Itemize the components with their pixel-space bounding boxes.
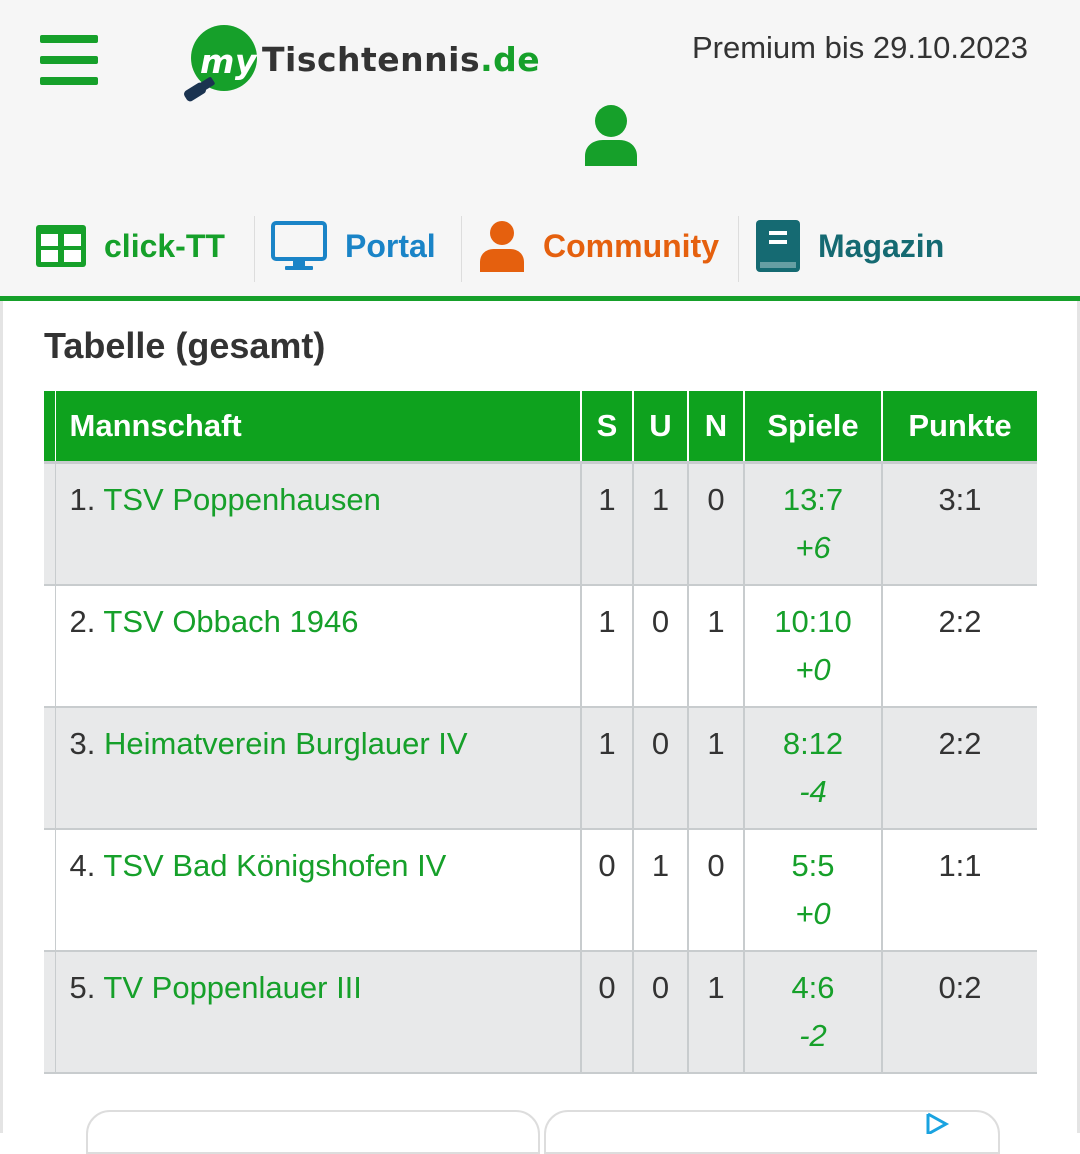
table-header-row: Mannschaft S U N Spiele Punkte bbox=[44, 391, 1037, 464]
cell-games[interactable]: 13:7 bbox=[745, 482, 881, 518]
cell-points: 2:2 bbox=[938, 726, 982, 761]
standings-table: Mannschaft S U N Spiele Punkte 1. TSV Po… bbox=[44, 391, 1037, 1074]
row-rank: 5. bbox=[69, 970, 96, 1005]
cell-points: 2:2 bbox=[938, 604, 982, 639]
row-rank: 1. bbox=[69, 482, 96, 517]
cell-n: 1 bbox=[707, 970, 725, 1005]
team-link[interactable]: TSV Obbach 1946 bbox=[103, 604, 358, 639]
bottom-cards bbox=[0, 1108, 1080, 1154]
cell-diff: +6 bbox=[795, 530, 831, 565]
app-header: my Tischtennis.de Premium bis 29.10.2023… bbox=[0, 0, 1080, 296]
header-u[interactable]: U bbox=[633, 391, 689, 464]
cell-games[interactable]: 5:5 bbox=[745, 848, 881, 884]
cell-u: 1 bbox=[651, 848, 670, 883]
row-rank: 2. bbox=[69, 604, 96, 639]
cell-s: 1 bbox=[598, 604, 616, 639]
row-rank: 4. bbox=[69, 848, 96, 883]
nav-magazin-label: Magazin bbox=[818, 227, 945, 264]
nav-portal[interactable]: Portal bbox=[271, 210, 436, 282]
cell-diff: -2 bbox=[799, 1018, 827, 1053]
nav-community-label: Community bbox=[543, 227, 719, 264]
table-row: 2. TSV Obbach 1946 1 0 1 10:10 +0 2:2 bbox=[44, 585, 1037, 708]
cell-u: 1 bbox=[651, 482, 670, 517]
header-n[interactable]: N bbox=[688, 391, 745, 464]
nav-click-tt[interactable]: click-TT bbox=[36, 210, 225, 282]
cell-games[interactable]: 8:12 bbox=[745, 726, 881, 762]
book-icon bbox=[756, 220, 800, 272]
logo-suffix: .de bbox=[480, 40, 541, 79]
grid-icon bbox=[36, 225, 86, 267]
cell-points: 0:2 bbox=[938, 970, 982, 1005]
cell-games[interactable]: 10:10 bbox=[745, 604, 881, 640]
header-team[interactable]: Mannschaft bbox=[55, 391, 582, 464]
nav-magazin[interactable]: Magazin bbox=[756, 210, 944, 282]
premium-status: Premium bis 29.10.2023 bbox=[691, 30, 1028, 65]
cell-s: 0 bbox=[598, 848, 616, 883]
cell-n: 0 bbox=[707, 482, 725, 517]
table-row: 4. TSV Bad Königshofen IV 0 1 0 5:5 +0 1:… bbox=[44, 829, 1037, 952]
cell-diff: +0 bbox=[795, 896, 831, 931]
content-card[interactable] bbox=[86, 1110, 540, 1154]
content-card[interactable] bbox=[544, 1110, 1000, 1154]
nav-community[interactable]: Community bbox=[479, 210, 719, 282]
header-points[interactable]: Punkte bbox=[882, 391, 1037, 464]
page-title: Tabelle (gesamt) bbox=[44, 325, 326, 366]
cell-s: 0 bbox=[598, 970, 616, 1005]
team-link[interactable]: TSV Bad Königshofen IV bbox=[103, 848, 446, 883]
cell-diff: -4 bbox=[799, 774, 827, 809]
header-strip bbox=[44, 391, 56, 464]
cell-u: 0 bbox=[651, 970, 670, 1005]
cell-diff: +0 bbox=[795, 652, 831, 687]
person-icon bbox=[480, 221, 524, 272]
cell-n: 1 bbox=[707, 726, 725, 761]
nav-portal-label: Portal bbox=[345, 227, 436, 264]
menu-icon[interactable] bbox=[40, 35, 98, 85]
row-rank: 3. bbox=[69, 726, 96, 761]
table-row: 1. TSV Poppenhausen 1 1 0 13:7 +6 3:1 bbox=[44, 462, 1037, 586]
table-row: 3. Heimatverein Burglauer IV 1 0 1 8:12 -… bbox=[44, 707, 1037, 830]
header-games[interactable]: Spiele bbox=[744, 391, 883, 464]
site-logo[interactable]: my Tischtennis.de bbox=[180, 22, 600, 112]
cell-n: 1 bbox=[707, 604, 725, 639]
cell-s: 1 bbox=[598, 482, 616, 517]
team-link[interactable]: Heimatverein Burglauer IV bbox=[104, 726, 468, 761]
logo-name: Tischtennis bbox=[262, 40, 481, 79]
cell-u: 0 bbox=[651, 604, 670, 639]
cell-points: 3:1 bbox=[938, 482, 982, 517]
cell-games[interactable]: 4:6 bbox=[745, 970, 881, 1006]
ad-choices-icon[interactable] bbox=[924, 1112, 958, 1134]
monitor-icon bbox=[271, 221, 327, 270]
main-navigation: click-TT Portal Community Magazin bbox=[0, 210, 1080, 290]
table-row: 5. TV Poppenlauer III 0 0 1 4:6 -2 0:2 bbox=[44, 951, 1037, 1074]
header-s[interactable]: S bbox=[581, 391, 634, 464]
logo-prefix: my bbox=[200, 42, 257, 81]
team-link[interactable]: TSV Poppenhausen bbox=[103, 482, 381, 517]
nav-click-tt-label: click-TT bbox=[104, 227, 225, 264]
team-link[interactable]: TV Poppenlauer III bbox=[103, 970, 362, 1005]
cell-points: 1:1 bbox=[938, 848, 982, 883]
cell-s: 1 bbox=[598, 726, 616, 761]
cell-n: 0 bbox=[707, 848, 725, 883]
user-icon[interactable] bbox=[583, 102, 639, 166]
cell-u: 0 bbox=[651, 726, 670, 761]
